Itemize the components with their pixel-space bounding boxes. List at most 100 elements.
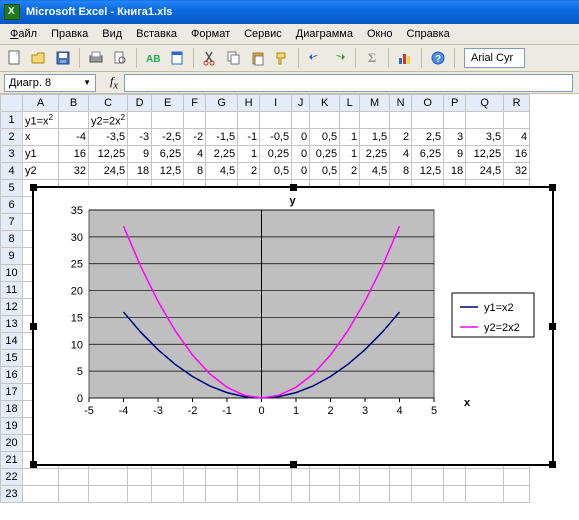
help-icon[interactable]: ? [427, 47, 449, 69]
cell-D22[interactable] [128, 469, 152, 486]
cell-K2[interactable]: 0,5 [310, 129, 340, 146]
cell-A3[interactable]: y1 [23, 146, 59, 163]
cell-P23[interactable] [444, 486, 466, 503]
cell-P3[interactable]: 9 [444, 146, 466, 163]
redo-icon[interactable] [328, 47, 350, 69]
cell-G23[interactable] [206, 486, 238, 503]
cell-C3[interactable]: 12,25 [89, 146, 128, 163]
cell-D2[interactable]: -3 [128, 129, 152, 146]
cell-E1[interactable] [152, 112, 184, 129]
row-header-5[interactable]: 5 [1, 180, 23, 197]
col-header-Q[interactable]: Q [466, 95, 504, 112]
cell-C1[interactable]: y2=2x2 [89, 112, 128, 129]
row-header-20[interactable]: 20 [1, 435, 23, 452]
row-header-14[interactable]: 14 [1, 333, 23, 350]
cell-E2[interactable]: -2,5 [152, 129, 184, 146]
cell-D4[interactable]: 18 [128, 163, 152, 180]
cell-G2[interactable]: -1,5 [206, 129, 238, 146]
cell-B4[interactable]: 32 [59, 163, 89, 180]
col-header-G[interactable]: G [206, 95, 238, 112]
cut-icon[interactable] [199, 47, 221, 69]
formula-bar[interactable] [124, 74, 573, 92]
menu-service[interactable]: Сервис [238, 26, 288, 42]
row-header-2[interactable]: 2 [1, 129, 23, 146]
cell-B2[interactable]: -4 [59, 129, 89, 146]
cell-E3[interactable]: 6,25 [152, 146, 184, 163]
cell-F22[interactable] [184, 469, 206, 486]
cell-B22[interactable] [59, 469, 89, 486]
cell-P22[interactable] [444, 469, 466, 486]
cell-P4[interactable]: 18 [444, 163, 466, 180]
cell-D3[interactable]: 9 [128, 146, 152, 163]
cell-M4[interactable]: 4,5 [360, 163, 390, 180]
sigma-icon[interactable]: Σ [361, 47, 383, 69]
cell-I22[interactable] [260, 469, 292, 486]
cell-A23[interactable] [23, 486, 59, 503]
cell-K23[interactable] [310, 486, 340, 503]
col-header-O[interactable]: O [412, 95, 444, 112]
cell-M23[interactable] [360, 486, 390, 503]
cell-L22[interactable] [340, 469, 360, 486]
cell-M2[interactable]: 1,5 [360, 129, 390, 146]
cell-J1[interactable] [292, 112, 310, 129]
col-header-I[interactable]: I [260, 95, 292, 112]
cell-O4[interactable]: 12,5 [412, 163, 444, 180]
cell-N1[interactable] [390, 112, 412, 129]
row-header-10[interactable]: 10 [1, 265, 23, 282]
cell-R22[interactable] [504, 469, 530, 486]
select-all-corner[interactable] [1, 95, 23, 112]
cell-H4[interactable]: 2 [238, 163, 260, 180]
cell-Q23[interactable] [466, 486, 504, 503]
cell-H2[interactable]: -1 [238, 129, 260, 146]
row-header-6[interactable]: 6 [1, 197, 23, 214]
cell-J22[interactable] [292, 469, 310, 486]
menu-file[interactable]: Файл [4, 26, 43, 42]
cell-C22[interactable] [89, 469, 128, 486]
cell-Q3[interactable]: 12,25 [466, 146, 504, 163]
col-header-P[interactable]: P [444, 95, 466, 112]
cell-A4[interactable]: y2 [23, 163, 59, 180]
row-header-19[interactable]: 19 [1, 418, 23, 435]
cell-K22[interactable] [310, 469, 340, 486]
cell-H23[interactable] [238, 486, 260, 503]
menu-insert[interactable]: Вставка [130, 26, 183, 42]
cell-O1[interactable] [412, 112, 444, 129]
cell-F23[interactable] [184, 486, 206, 503]
col-header-R[interactable]: R [504, 95, 530, 112]
cell-B3[interactable]: 16 [59, 146, 89, 163]
row-header-11[interactable]: 11 [1, 282, 23, 299]
format-painter-icon[interactable] [271, 47, 293, 69]
cell-A22[interactable] [23, 469, 59, 486]
cell-N23[interactable] [390, 486, 412, 503]
cell-J23[interactable] [292, 486, 310, 503]
copy-icon[interactable] [223, 47, 245, 69]
cell-L1[interactable] [340, 112, 360, 129]
menu-view[interactable]: Вид [96, 26, 128, 42]
new-doc-icon[interactable] [4, 47, 26, 69]
row-header-9[interactable]: 9 [1, 248, 23, 265]
cell-J4[interactable]: 0 [292, 163, 310, 180]
cell-N2[interactable]: 2 [390, 129, 412, 146]
font-selector[interactable]: Arial Cyr [464, 48, 525, 68]
cell-G1[interactable] [206, 112, 238, 129]
cell-N4[interactable]: 8 [390, 163, 412, 180]
row-header-16[interactable]: 16 [1, 367, 23, 384]
col-header-A[interactable]: A [23, 95, 59, 112]
cell-K3[interactable]: 0,25 [310, 146, 340, 163]
col-header-J[interactable]: J [292, 95, 310, 112]
col-header-H[interactable]: H [238, 95, 260, 112]
research-icon[interactable] [166, 47, 188, 69]
cell-F1[interactable] [184, 112, 206, 129]
cell-R2[interactable]: 4 [504, 129, 530, 146]
cell-L4[interactable]: 2 [340, 163, 360, 180]
menu-edit[interactable]: Правка [45, 26, 94, 42]
row-header-22[interactable]: 22 [1, 469, 23, 486]
menu-format[interactable]: Формат [185, 26, 236, 42]
col-header-B[interactable]: B [59, 95, 89, 112]
col-header-M[interactable]: M [360, 95, 390, 112]
cell-C4[interactable]: 24,5 [89, 163, 128, 180]
print-icon[interactable] [85, 47, 107, 69]
cell-R4[interactable]: 32 [504, 163, 530, 180]
menu-chart[interactable]: Диаграмма [290, 26, 359, 42]
cell-L23[interactable] [340, 486, 360, 503]
